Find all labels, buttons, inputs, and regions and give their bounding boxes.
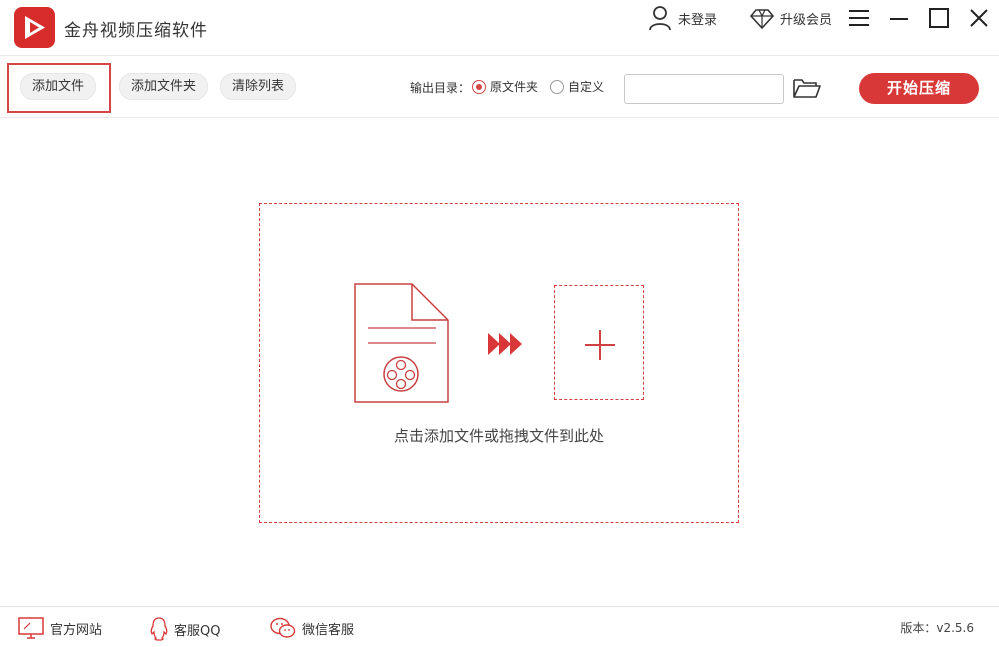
- maximize-button[interactable]: [926, 5, 952, 31]
- radio-original-folder[interactable]: 原文件夹: [472, 78, 538, 95]
- menu-icon: [849, 10, 869, 26]
- official-website-label: 官方网站: [50, 622, 103, 638]
- radio-custom-folder[interactable]: 自定义: [550, 78, 604, 95]
- output-path-input[interactable]: [624, 74, 784, 104]
- radio-checked-icon: [472, 79, 486, 94]
- diamond-icon: [750, 9, 774, 30]
- add-file-button[interactable]: 添加文件: [20, 73, 97, 100]
- user-icon: [649, 6, 671, 31]
- upgrade-label: 升级会员: [780, 12, 833, 28]
- official-website-link[interactable]: 官方网站: [18, 617, 102, 639]
- app-window: 金舟视频压缩软件 未登录 升级会员 添加文件 添加文件夹 清除列表 输出目录： …: [0, 0, 999, 647]
- minimize-icon: [890, 18, 908, 20]
- wechat-icon: [270, 617, 296, 638]
- minimize-button[interactable]: [886, 5, 912, 31]
- menu-button[interactable]: [846, 5, 872, 31]
- plus-icon: [585, 330, 615, 360]
- footer-bar: 官方网站 客服QQ 微信客服 版本：v2.5.6: [0, 606, 999, 647]
- customer-qq-link[interactable]: 客服QQ: [150, 617, 220, 641]
- login-label: 未登录: [678, 12, 718, 28]
- qq-icon: [150, 617, 168, 641]
- add-folder-button[interactable]: 添加文件夹: [119, 73, 209, 100]
- drop-hint-text: 点击添加文件或拖拽文件到此处: [393, 427, 604, 445]
- maximize-icon: [929, 8, 949, 28]
- clear-list-button[interactable]: 清除列表: [220, 73, 297, 100]
- customer-qq-label: 客服QQ: [174, 623, 221, 639]
- add-file-target[interactable]: [554, 285, 644, 400]
- file-drop-zone[interactable]: [259, 203, 739, 523]
- version-text: 版本：v2.5.6: [900, 621, 974, 635]
- app-title: 金舟视频压缩软件: [64, 21, 208, 41]
- login-button[interactable]: 未登录: [648, 4, 717, 32]
- wechat-service-link[interactable]: 微信客服: [270, 617, 354, 639]
- wechat-service-label: 微信客服: [302, 622, 355, 638]
- logo-icon: [14, 7, 55, 48]
- toolbar: 添加文件 添加文件夹 清除列表 输出目录： 原文件夹 自定义 开始压缩: [0, 57, 999, 118]
- video-file-icon: [354, 283, 450, 407]
- title-bar: 金舟视频压缩软件 未登录 升级会员: [0, 0, 999, 56]
- browse-folder-button[interactable]: [792, 77, 822, 103]
- folder-open-icon: [793, 79, 821, 98]
- radio-original-label: 原文件夹: [490, 80, 539, 94]
- radio-unchecked-icon: [550, 79, 564, 94]
- output-directory-label: 输出目录：: [410, 81, 471, 95]
- start-compress-button[interactable]: 开始压缩: [859, 73, 979, 104]
- close-button[interactable]: [966, 5, 992, 31]
- upgrade-member-button[interactable]: 升级会员: [750, 4, 832, 32]
- close-icon: [970, 9, 988, 27]
- monitor-icon: [18, 617, 44, 639]
- radio-custom-label: 自定义: [568, 80, 605, 94]
- forward-arrows-icon: [488, 333, 522, 359]
